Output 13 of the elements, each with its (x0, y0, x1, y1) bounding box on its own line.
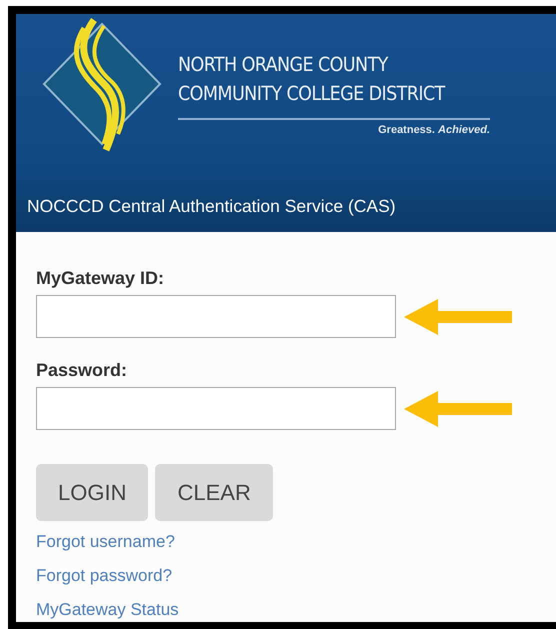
organization-name: NORTH ORANGE COUNTY (178, 52, 390, 78)
link[interactable]: Forgot username? (36, 525, 175, 559)
field-label: Password: (36, 360, 128, 381)
field-label: MyGateway ID: (36, 268, 164, 289)
input-field[interactable] (36, 295, 396, 338)
service-title: NOCCCD Central Authentication Service (CAS) (27, 196, 396, 216)
tagline: Greatness. Achieved. (378, 124, 490, 136)
link[interactable]: Forgot password? (36, 559, 172, 593)
organization-name: COMMUNITY COLLEGE DISTRICT (178, 81, 446, 107)
link[interactable]: MyGateway Status (36, 593, 179, 622)
clear-button[interactable]: CLEAR (155, 464, 273, 521)
login-button[interactable]: LOGIN (36, 464, 148, 521)
input-field[interactable] (36, 387, 396, 430)
